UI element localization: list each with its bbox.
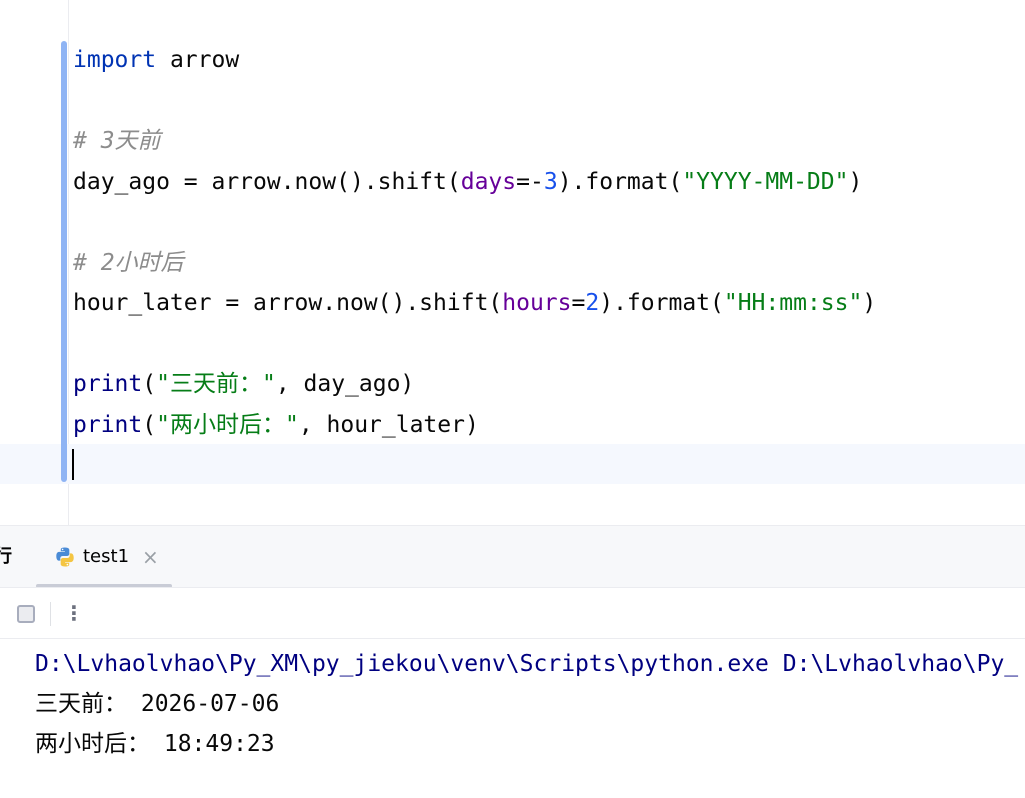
run-tab-test1[interactable]: test1 × [36,526,172,588]
code-token: ).format( [557,168,683,195]
code-token: arrow [156,47,240,73]
close-icon[interactable]: × [142,526,159,588]
code-token: hours [502,290,572,316]
code-token: ) [862,290,877,316]
code-editor[interactable]: import arrow # 3天前 day_ago = arrow.now().s… [0,0,1025,525]
code-token: "三天前：" [156,371,276,397]
vcs-change-marker[interactable] [61,41,67,482]
python-icon [56,547,74,567]
code-token: ) [848,168,863,195]
code-token: hour_later = arrow.now().shift( [73,290,503,316]
run-toolbar: ⋮ [0,587,1025,639]
console-output-line: 三天前： 2026-07-06 [35,691,280,717]
code-line[interactable]: # 3天前 [73,121,161,161]
stop-icon[interactable] [17,605,35,623]
console-command-line: D:\Lvhaolvhao\Py_XM\py_jiekou\venv\Scrip… [35,651,1019,677]
code-line[interactable]: # 2小时后 [73,243,184,283]
code-token: ).format( [599,290,724,316]
code-line[interactable]: print("三天前：", day_ago) [73,364,414,404]
code-token: , day_ago) [275,371,415,397]
code-line[interactable]: hour_later = arrow.now().shift(hours=2).… [73,283,876,323]
code-token: # 2小时后 [73,249,184,276]
code-line[interactable]: day_ago = arrow.now().shift(days=-3).for… [73,162,862,202]
code-token: day_ago = arrow.now().shift( [73,168,461,195]
code-token: 2 [585,290,600,316]
code-token: =- [516,168,544,195]
code-token: , hour_later) [298,411,479,438]
code-token: = [571,290,586,316]
code-token: import [73,47,157,73]
code-token: "YYYY-MM-DD" [682,168,849,195]
code-token: # 3天前 [73,128,161,154]
more-options-icon[interactable]: ⋮ [64,588,84,640]
code-token: 3 [543,168,558,195]
code-token: "HH:mm:ss" [723,290,863,316]
run-tool-window-header: 行 test1 × [0,525,1025,588]
code-token: print [73,371,143,397]
code-line[interactable]: import arrow [73,40,239,80]
code-token: ( [142,371,157,397]
run-tab-label: test1 [83,546,130,567]
current-line-highlight [0,444,1025,484]
code-token: ( [142,411,157,438]
toolbar-separator [50,602,51,626]
console-output-line: 两小时后： 18:49:23 [35,731,275,757]
code-token: print [73,411,143,438]
code-token: days [460,168,517,195]
run-tool-window-title: 行 [0,546,12,567]
code-line[interactable]: print("两小时后：", hour_later) [73,405,479,445]
text-caret [72,449,74,480]
run-console-output[interactable]: D:\Lvhaolvhao\Py_XM\py_jiekou\venv\Scrip… [0,639,1025,798]
code-token: "两小时后：" [156,411,299,438]
